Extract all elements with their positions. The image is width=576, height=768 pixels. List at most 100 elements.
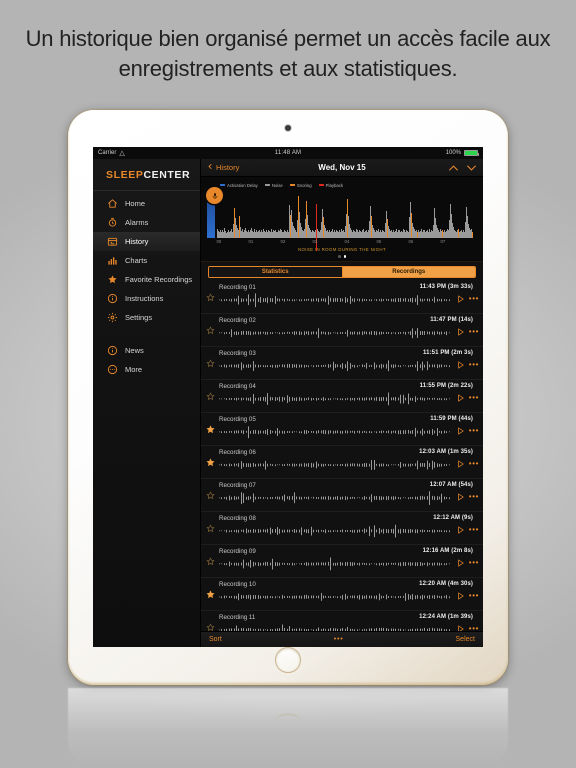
alarm-clock-icon (106, 217, 118, 229)
noise-chart-card[interactable]: Activation Delay Noise Snoring Playback 00 0… (201, 177, 483, 262)
star-icon[interactable] (206, 424, 215, 434)
select-button[interactable]: Select (456, 636, 475, 643)
recording-row[interactable]: Recording 07 12:07 AM (54s) ••• (201, 479, 483, 512)
recording-title: Recording 07 (219, 481, 256, 489)
sidebar-item-settings[interactable]: Settings (93, 308, 200, 327)
recording-row[interactable]: Recording 04 11:55 PM (2m 22s) ••• (201, 380, 483, 413)
star-icon[interactable] (206, 292, 215, 302)
chevron-left-icon (207, 162, 214, 173)
recording-row-header: Recording 03 11:51 PM (2m 3s) (201, 347, 477, 357)
main-content: History Wed, Nov 15 Activation Delay Noi… (201, 159, 483, 647)
star-icon[interactable] (206, 523, 215, 533)
ellipsis-icon[interactable]: ••• (469, 360, 479, 368)
play-icon[interactable] (456, 492, 465, 502)
recording-row[interactable]: Recording 10 12:20 AM (4m 30s) ••• (201, 578, 483, 611)
waveform-icon (219, 624, 451, 631)
legend-label: Activation Delay (227, 182, 258, 188)
recording-row[interactable]: Recording 09 12:16 AM (2m 8s) ••• (201, 545, 483, 578)
tab-statistics[interactable]: Statistics (209, 266, 342, 277)
activation-delay-band (207, 199, 215, 238)
chart-page-dots[interactable] (207, 254, 477, 261)
tab-recordings[interactable]: Recordings (341, 266, 475, 277)
sidebar-item-news[interactable]: News (93, 341, 200, 360)
play-icon[interactable] (456, 393, 465, 403)
waveform-icon (219, 426, 451, 439)
recording-row[interactable]: Recording 05 11:59 PM (44s) ••• (201, 413, 483, 446)
page-dot[interactable] (343, 255, 346, 258)
recording-row-header: Recording 01 11:43 PM (3m 33s) (201, 281, 477, 291)
play-icon[interactable] (456, 327, 465, 337)
play-icon[interactable] (456, 360, 465, 370)
recordings-list[interactable]: Recording 01 11:43 PM (3m 33s) ••• Recordin… (201, 280, 483, 632)
recording-row[interactable]: Recording 03 11:51 PM (2m 3s) ••• (201, 347, 483, 380)
microphone-icon[interactable] (206, 187, 223, 204)
recording-meta: 11:51 PM (2m 3s) (423, 349, 473, 356)
recording-row[interactable]: Recording 06 12:03 AM (1m 35s) ••• (201, 446, 483, 479)
sidebar-label-instructions: Instructions (125, 294, 164, 303)
legend-swatch-icon (289, 183, 295, 187)
ellipsis-icon[interactable]: ••• (469, 492, 479, 500)
play-icon[interactable] (456, 591, 465, 601)
recording-row-header: Recording 08 12:12 AM (9s) (201, 512, 477, 522)
star-icon[interactable] (206, 589, 215, 599)
star-icon[interactable] (206, 391, 215, 401)
recording-row[interactable]: Recording 08 12:12 AM (9s) ••• (201, 512, 483, 545)
chevron-up-icon[interactable] (448, 164, 459, 172)
ellipsis-icon[interactable]: ••• (469, 459, 479, 467)
recording-row[interactable]: Recording 11 12:24 AM (1m 39s) ••• (201, 611, 483, 632)
recording-meta: 12:20 AM (4m 30s) (419, 580, 473, 587)
info-circle-icon (106, 345, 118, 357)
back-button[interactable]: History (207, 162, 239, 173)
recording-row[interactable]: Recording 01 11:43 PM (3m 33s) ••• (201, 281, 483, 314)
sidebar-label-history: History (125, 237, 149, 246)
play-icon[interactable] (456, 525, 465, 535)
page-dot[interactable] (338, 255, 341, 258)
star-icon[interactable] (206, 490, 215, 500)
play-icon[interactable] (456, 459, 465, 469)
star-icon[interactable] (206, 358, 215, 368)
ellipsis-icon[interactable]: ••• (469, 327, 479, 335)
battery-percent: 100% (445, 150, 461, 156)
recording-meta: 12:16 AM (2m 8s) (422, 547, 473, 554)
ellipsis-icon[interactable]: ••• (469, 525, 479, 533)
ellipsis-icon[interactable]: ••• (469, 624, 479, 631)
sidebar-item-charts[interactable]: Charts (93, 251, 200, 270)
sidebar-label-more: More (125, 365, 143, 374)
sidebar-item-instructions[interactable]: Instructions (93, 289, 200, 308)
waveform-icon (219, 360, 451, 373)
sidebar-item-more[interactable]: More (93, 360, 200, 379)
ellipsis-icon[interactable]: ••• (469, 591, 479, 599)
page-headline: Un historique bien organisé permet un ac… (25, 26, 551, 81)
chevron-down-icon[interactable] (466, 164, 477, 172)
ellipsis-icon[interactable]: ••• (469, 426, 479, 434)
axis-tick-label: 03 (312, 239, 318, 244)
app-brand: SLEEPCENTER (93, 159, 200, 190)
bottom-toolbar: Sort ••• Select (201, 631, 483, 647)
sidebar-item-history[interactable]: History (93, 232, 200, 251)
play-icon[interactable] (456, 624, 465, 631)
recording-meta: 12:07 AM (54s) (429, 481, 473, 488)
star-icon[interactable] (206, 622, 215, 632)
play-icon[interactable] (456, 426, 465, 436)
sidebar-item-alarms[interactable]: Alarms (93, 213, 200, 232)
play-icon[interactable] (456, 558, 465, 568)
ellipsis-icon[interactable]: ••• (469, 393, 479, 401)
sidebar-item-home[interactable]: Home (93, 194, 200, 213)
recording-row[interactable]: Recording 02 11:47 PM (14s) ••• (201, 314, 483, 347)
sort-button[interactable]: Sort (209, 636, 222, 643)
waveform-icon (219, 491, 451, 505)
more-options-button[interactable]: ••• (334, 636, 344, 643)
navigation-bar: History Wed, Nov 15 (201, 159, 483, 177)
play-icon[interactable] (456, 294, 465, 304)
star-icon[interactable] (206, 325, 215, 335)
ellipsis-icon[interactable]: ••• (469, 294, 479, 302)
home-button[interactable] (275, 647, 301, 673)
waveform-icon (219, 459, 451, 472)
ellipsis-icon[interactable]: ••• (469, 558, 479, 566)
sidebar-item-favorite-recordings[interactable]: Favorite Recordings (93, 270, 200, 289)
star-icon[interactable] (206, 457, 215, 467)
recording-row-header: Recording 11 12:24 AM (1m 39s) (201, 611, 477, 621)
recording-row-header: Recording 10 12:20 AM (4m 30s) (201, 578, 477, 588)
recording-title: Recording 05 (219, 415, 256, 423)
star-icon[interactable] (206, 556, 215, 566)
